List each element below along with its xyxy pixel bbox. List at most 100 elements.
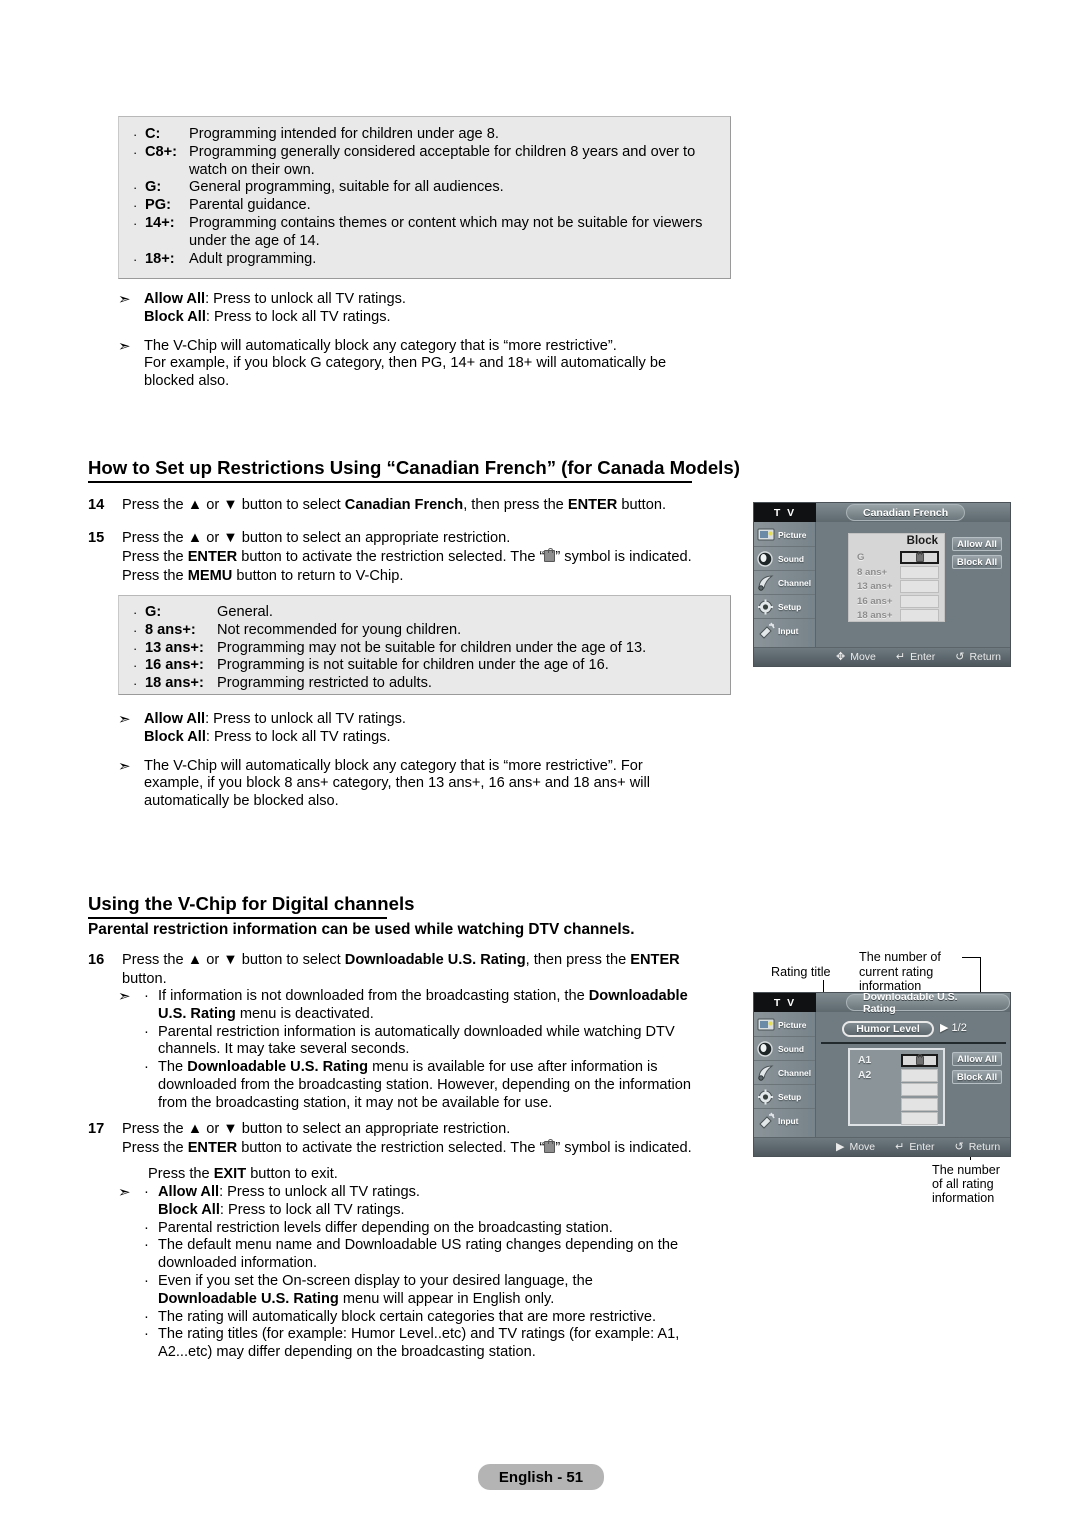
sidebar-item-input[interactable]: Input — [754, 619, 815, 643]
block-cell-selected[interactable] — [901, 1054, 938, 1067]
step-17: 17 Press the ▲ or ▼ button to select an … — [88, 1120, 738, 1158]
note-text: from the broadcasting station, it may no… — [158, 1094, 553, 1111]
rating-key: 18 ans+: — [145, 675, 204, 692]
rating-item: · PG: Parental guidance. — [133, 197, 718, 215]
menu-footer: ▶ Move ↵ Enter ↺ Return — [754, 1137, 1010, 1156]
footer-move[interactable]: ▶ Move — [836, 1141, 875, 1153]
tv-label: T V — [754, 993, 816, 1012]
rating-desc: Adult programming. — [189, 250, 317, 267]
allow-all-button[interactable]: Allow All — [952, 1052, 1002, 1066]
section-heading-digital-channels: Using the V-Chip for Digital channels — [88, 893, 414, 919]
channel-icon — [756, 1064, 777, 1082]
block-cell[interactable] — [901, 1097, 938, 1111]
table-row[interactable]: 16 ans+ — [854, 594, 939, 608]
note-text: The rating will automatically block cert… — [158, 1308, 657, 1325]
note-item: · Parental restriction levels differ dep… — [118, 1220, 738, 1238]
block-all-button[interactable]: Block All — [952, 555, 1002, 569]
sidebar-item-sound[interactable]: Sound — [754, 1037, 815, 1061]
menu-sidebar[interactable]: Picture Sound Channel Setup Input — [754, 522, 816, 666]
footer-enter[interactable]: ↵ Enter — [896, 651, 935, 663]
sound-icon — [756, 550, 777, 568]
step-text: button. — [122, 971, 167, 987]
step-text: button to return to V-Chip. — [232, 568, 404, 584]
sidebar-label: Setup — [778, 1091, 802, 1102]
return-icon: ↺ — [955, 650, 965, 663]
up-arrow-icon: ▲ — [187, 497, 203, 513]
step-number: 16 — [88, 952, 105, 968]
table-row[interactable]: G — [854, 551, 939, 564]
block-cell[interactable] — [901, 1112, 938, 1125]
allow-all-text: : Press to unlock all TV ratings. — [205, 291, 406, 307]
sidebar-item-picture[interactable]: Picture — [754, 1013, 815, 1037]
callout-leader-line-current-h — [962, 957, 981, 958]
sidebar-item-channel[interactable]: Channel — [754, 571, 815, 595]
table-row[interactable]: 18 ans+ — [854, 609, 939, 622]
allow-all-button[interactable]: Allow All — [952, 537, 1002, 551]
note-item: · Even if you set the On-screen display … — [118, 1273, 738, 1309]
sidebar-item-picture[interactable]: Picture — [754, 523, 815, 547]
sidebar-item-setup[interactable]: Setup — [754, 595, 815, 619]
tv-menu-downloadable-us-rating[interactable]: T V Downloadable U.S. Rating Picture Sou… — [753, 992, 1011, 1157]
bullet-dot: · — [144, 1237, 149, 1254]
block-cell[interactable] — [901, 1083, 938, 1096]
block-all-button[interactable]: Block All — [952, 1070, 1002, 1084]
menu-body: Picture Sound Channel — [754, 1012, 1010, 1156]
bullet-dot: · — [144, 1023, 149, 1040]
step-text: button to select an appropriate restrict… — [237, 530, 511, 546]
footer-return[interactable]: ↺ Return — [954, 1141, 1000, 1153]
footer-label: Return — [968, 1141, 1001, 1153]
sidebar-item-sound[interactable]: Sound — [754, 547, 815, 571]
footer-move[interactable]: ✥ Move — [836, 651, 876, 663]
note-vchip-restrictive: ➣ The V-Chip will automatically block an… — [118, 336, 738, 391]
note-item: · Parental restriction information is au… — [118, 1024, 738, 1060]
footer-enter[interactable]: ↵ Enter — [895, 1141, 934, 1153]
ratings-table[interactable]: G 8 ans+ 13 ans+ 16 ans+ 18 ans+ — [854, 551, 939, 624]
sidebar-item-channel[interactable]: Channel — [754, 1061, 815, 1085]
block-cell[interactable] — [900, 609, 939, 622]
note-item: · The rating will automatically block ce… — [118, 1309, 738, 1327]
block-cell-selected[interactable] — [900, 551, 939, 564]
menu-main: Block G 8 ans+ 13 ans+ 16 ans+ 18 ans+ A… — [816, 522, 1010, 666]
bullet-dot: · — [133, 251, 138, 267]
tv-label: T V — [754, 503, 816, 522]
table-row[interactable]: 8 ans+ — [854, 565, 939, 579]
bullet-dot: · — [144, 988, 149, 1004]
ratings-table[interactable]: A1 A2 — [855, 1054, 938, 1127]
table-row[interactable] — [855, 1083, 938, 1096]
bullet-dot: · — [133, 144, 138, 160]
rating-title-field[interactable]: Humor Level — [842, 1021, 934, 1037]
sidebar-label: Picture — [778, 1019, 807, 1030]
sidebar-item-setup[interactable]: Setup — [754, 1085, 815, 1109]
down-arrow-icon: ▼ — [223, 530, 238, 546]
menu-sidebar[interactable]: Picture Sound Channel Setup Input — [754, 1012, 816, 1156]
footer-return[interactable]: ↺ Return — [955, 651, 1001, 663]
block-cell[interactable] — [900, 565, 939, 579]
callout-text: Rating title — [771, 965, 831, 979]
table-row[interactable] — [855, 1112, 938, 1125]
rating-desc: Programming restricted to adults. — [217, 675, 432, 692]
block-cell[interactable] — [901, 1068, 938, 1082]
table-row[interactable]: A2 — [855, 1068, 938, 1082]
step-text: Press the — [122, 549, 188, 565]
note-text: The default menu name and Downloadable U… — [158, 1237, 679, 1254]
table-row[interactable] — [855, 1097, 938, 1111]
block-cell[interactable] — [900, 580, 939, 593]
table-row[interactable]: 13 ans+ — [854, 580, 939, 593]
bullet-dot: · — [133, 622, 138, 638]
rating-desc: Programming is not suitable for children… — [217, 657, 609, 674]
block-cell[interactable] — [900, 594, 939, 608]
note-text: menu will appear in English only. — [338, 1290, 555, 1307]
menu-name-bold: Downloadable U.S. Rating — [158, 1290, 339, 1307]
down-arrow-icon: ▼ — [223, 1121, 238, 1137]
table-row[interactable]: A1 — [855, 1054, 938, 1067]
note-item: · The default menu name and Downloadable… — [118, 1237, 738, 1273]
tv-menu-canadian-french[interactable]: T V Canadian French Picture Sound Channe… — [753, 502, 1011, 667]
return-icon: ↺ — [954, 1140, 964, 1153]
sidebar-item-input[interactable]: Input — [754, 1109, 815, 1133]
note-text: Parental restriction levels differ depen… — [158, 1219, 613, 1236]
step-text: or — [202, 530, 224, 546]
menu-name-bold: Downloadable — [588, 988, 688, 1004]
footer-label: Enter — [909, 1141, 935, 1153]
rating-item: · 8 ans+: Not recommended for young childr… — [133, 622, 718, 640]
arrow-bullet-icon: ➣ — [118, 336, 131, 355]
